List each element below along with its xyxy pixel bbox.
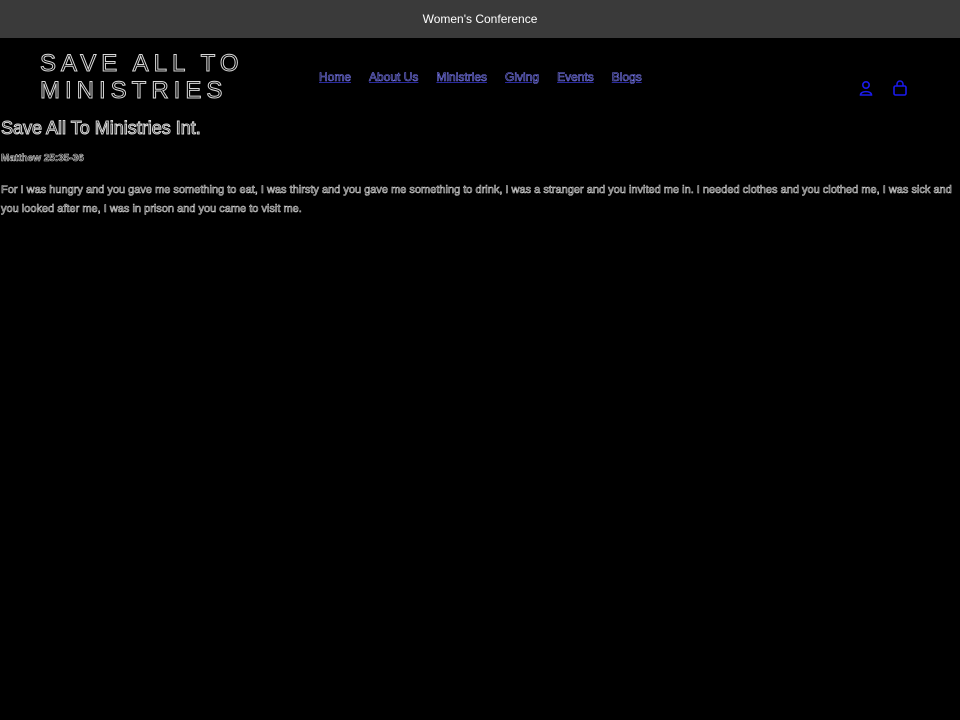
announcement-text: Women's Conference: [422, 12, 538, 26]
main-nav: Home About Us Ministries Giving Events B…: [310, 70, 651, 85]
account-icon[interactable]: [858, 80, 874, 96]
nav-blogs[interactable]: Blogs: [603, 70, 651, 85]
nav-ministries[interactable]: Ministries: [427, 70, 496, 85]
verse-text: For I was hungry and you gave me somethi…: [1, 184, 952, 216]
nav-home[interactable]: Home: [310, 70, 360, 85]
page-title: Save All To Ministries Int.: [1, 118, 202, 139]
cart-icon[interactable]: [892, 80, 908, 96]
announcement-bar[interactable]: Women's Conference: [0, 0, 960, 38]
logo-line-1: SAVE ALL TO: [40, 50, 244, 78]
verse-reference: Matthew 25:35-36: [1, 153, 84, 165]
logo-line-2: MINISTRIES: [40, 77, 228, 105]
nav-giving[interactable]: Giving: [496, 70, 548, 85]
header-icons: [858, 80, 908, 96]
site-logo[interactable]: SAVE ALL TO MINISTRIES: [40, 50, 244, 105]
main-content: Save All To Ministries Int. Matthew 25:3…: [0, 116, 960, 219]
nav-about-us[interactable]: About Us: [360, 70, 427, 85]
nav-events[interactable]: Events: [548, 70, 603, 85]
site-header: SAVE ALL TO MINISTRIES Home About Us Min…: [0, 38, 960, 116]
